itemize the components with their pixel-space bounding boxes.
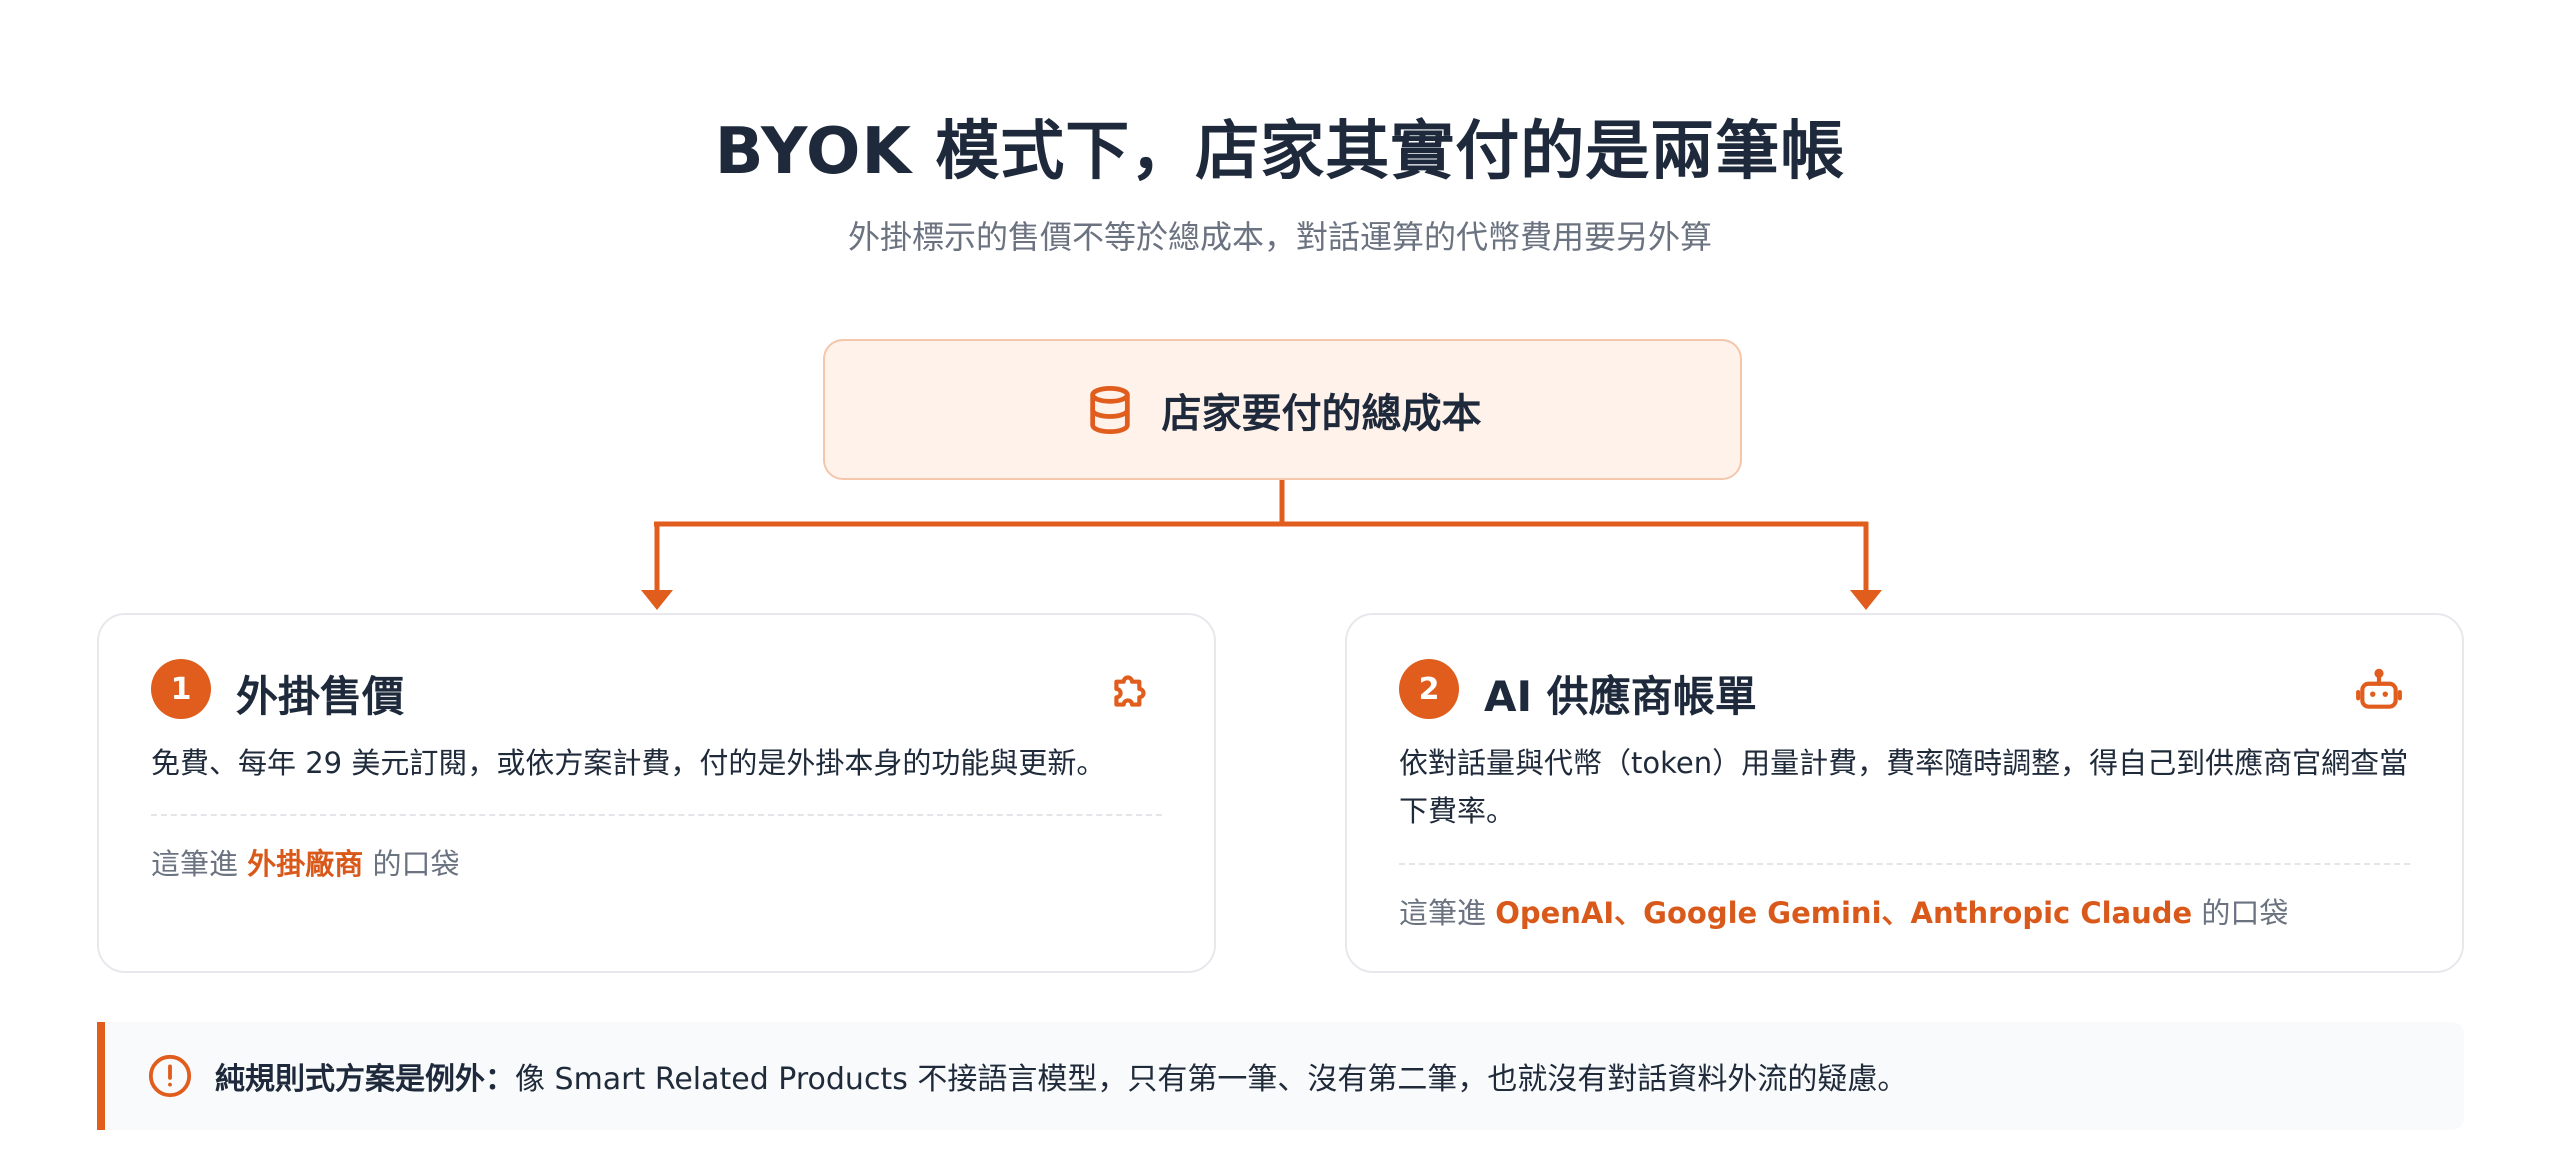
step-number-badge: 2 <box>1399 659 1459 719</box>
alert-circle-icon <box>148 1054 192 1098</box>
robot-icon <box>2356 668 2402 709</box>
card-ai-provider-bill: 2 AI 供應商帳單 依對話量與代幣（token）用量計費，費率隨時調整，得自己… <box>1345 613 2464 973</box>
arrow-left-icon <box>641 590 673 610</box>
recipient-highlight: OpenAI、Google Gemini、Anthropic Claude <box>1495 896 2193 930</box>
step-number-badge: 1 <box>151 659 211 719</box>
divider <box>1399 863 2410 865</box>
card-title: AI 供應商帳單 <box>1484 672 1757 721</box>
arrow-right-icon <box>1850 590 1882 610</box>
recipient-suffix: 的口袋 <box>363 847 460 881</box>
payment-recipient: 這筆進 外掛廠商 的口袋 <box>151 841 459 883</box>
recipient-prefix: 這筆進 <box>1399 896 1496 930</box>
recipient-highlight: 外掛廠商 <box>247 847 364 881</box>
card-description: 依對話量與代幣（token）用量計費，費率隨時調整，得自己到供應商官網查當下費率… <box>1399 746 2409 828</box>
recipient-suffix: 的口袋 <box>2192 896 2289 930</box>
recipient-prefix: 這筆進 <box>151 847 248 881</box>
card-description: 免費、每年 29 美元訂閱，或依方案計費，付的是外掛本身的功能與更新。 <box>151 746 1106 780</box>
note-strong: 純規則式方案是例外： <box>215 1062 515 1097</box>
exception-note: 純規則式方案是例外：像 Smart Related Products 不接語言模… <box>97 1022 2464 1130</box>
note-body: 像 Smart Related Products 不接語言模型，只有第一筆、沒有… <box>515 1062 1908 1097</box>
branch-connector <box>641 480 1882 610</box>
card-plugin-price: 1 外掛售價 免費、每年 29 美元訂閱，或依方案計費，付的是外掛本身的功能與更… <box>97 613 1216 973</box>
divider <box>151 814 1162 816</box>
puzzle-icon <box>1114 675 1146 707</box>
card-title: 外掛售價 <box>236 672 405 721</box>
note-text: 純規則式方案是例外：像 Smart Related Products 不接語言模… <box>215 1054 1907 1098</box>
payment-recipient: 這筆進 OpenAI、Google Gemini、Anthropic Claud… <box>1399 890 2288 932</box>
